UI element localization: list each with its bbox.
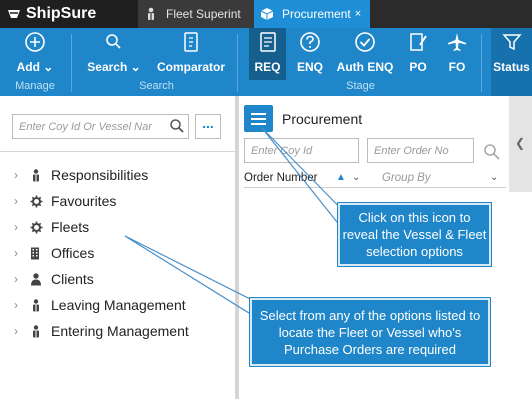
search-placeholder: Enter Coy Id Or Vessel Nar (19, 121, 152, 133)
search-icon (106, 34, 121, 49)
fo-label: FO (448, 60, 466, 74)
collapse-panel-button[interactable]: ❮ (509, 96, 532, 192)
group-by-select[interactable]: Group By (382, 172, 431, 184)
chevron-right-icon[interactable]: › (0, 246, 30, 260)
comparator-label: Comparator (156, 60, 225, 74)
tree-item-leaving-management[interactable]: › Leaving Management (0, 292, 235, 318)
status-label: Status (493, 60, 530, 74)
sort-group-row: Order Number ▲ ⌄ Group By ⌄ (244, 170, 506, 188)
left-search-bar: Enter Coy Id Or Vessel Nar ... (0, 96, 235, 152)
search-icon[interactable] (483, 143, 501, 161)
document-edit-icon (410, 33, 427, 51)
tree-item-entering-management[interactable]: › Entering Management (0, 318, 235, 344)
order-no-input[interactable]: Enter Order No (367, 138, 474, 163)
chevron-left-icon: ❮ (515, 136, 526, 150)
auth-enq-button[interactable]: Auth ENQ (336, 28, 394, 80)
menu-icon[interactable] (244, 105, 273, 132)
ribbon-divider (237, 34, 238, 92)
tree-item-label: Responsibilities (51, 167, 149, 183)
box-icon (260, 8, 274, 20)
tree-item-label: Fleets (51, 219, 90, 235)
tab-fleet-superintendent[interactable]: Fleet Superint (138, 0, 254, 28)
panel-title: Procurement (282, 111, 363, 127)
tree-item-clients[interactable]: › Clients (0, 266, 235, 292)
add-button[interactable]: Add ⌄ (10, 28, 60, 80)
tree-item-offices[interactable]: › Offices (0, 240, 235, 266)
tree-item-label: Offices (51, 245, 95, 261)
enq-label: ENQ (296, 60, 323, 74)
search-button[interactable]: Search ⌄ (84, 28, 144, 80)
sort-ascending-icon[interactable]: ▲ (336, 172, 346, 183)
filter-icon (501, 34, 522, 51)
tab-bar: ShipSure Fleet Superint Procurement × (0, 0, 532, 28)
search-label: Search (87, 60, 128, 74)
gear-icon (30, 195, 43, 207)
enq-button[interactable]: ENQ (293, 28, 327, 80)
group-label-stage: Stage (346, 80, 375, 92)
close-icon[interactable]: × (355, 8, 361, 20)
sort-field-select[interactable]: Order Number (244, 172, 318, 184)
person-icon (148, 7, 154, 20)
app-window: ShipSure Fleet Superint Procurement × Ad… (0, 0, 532, 399)
auth-enq-label: Auth ENQ (336, 60, 394, 74)
chevron-right-icon[interactable]: › (0, 168, 30, 182)
document-dollar-icon (184, 32, 198, 52)
tree-item-label: Clients (51, 271, 94, 287)
ribbon-divider (71, 34, 72, 92)
chevron-right-icon[interactable]: › (0, 298, 30, 312)
app-logo: ShipSure (0, 0, 138, 28)
coy-id-input[interactable]: Enter Coy Id (244, 138, 359, 163)
coy-vessel-search-input[interactable]: Enter Coy Id Or Vessel Nar (12, 114, 189, 139)
tree-item-responsibilities[interactable]: › Responsibilities (0, 162, 235, 188)
person-icon (31, 272, 41, 285)
checklist-icon (259, 32, 276, 52)
group-label-manage: Manage (15, 80, 55, 92)
building-icon (31, 247, 39, 259)
tab-label: Fleet Superint (166, 7, 241, 21)
gear-icon (30, 221, 43, 233)
comparator-button[interactable]: Comparator (153, 28, 229, 80)
callout-menu-hint: Click on this icon to reveal the Vessel … (338, 203, 491, 266)
more-options-button[interactable]: ... (195, 114, 221, 139)
fo-button[interactable]: FO (442, 28, 472, 80)
tab-procurement[interactable]: Procurement × (254, 0, 370, 28)
person-icon (33, 168, 39, 181)
group-label-search: Search (139, 80, 174, 92)
plus-circle-icon (25, 32, 45, 52)
chevron-right-icon[interactable]: › (0, 324, 30, 338)
tab-label: Procurement (282, 7, 351, 21)
status-button[interactable]: Status (491, 28, 532, 96)
chevron-down-icon[interactable]: ⌄ (352, 172, 360, 183)
help-circle-icon (300, 32, 320, 52)
req-button[interactable]: REQ (249, 28, 286, 80)
tree-item-fleets[interactable]: › Fleets (0, 214, 235, 240)
vessel-fleet-panel: Enter Coy Id Or Vessel Nar ... › Respons… (0, 96, 235, 399)
po-label: PO (409, 60, 427, 74)
chevron-down-icon: ⌄ (43, 60, 54, 74)
tree-item-label: Leaving Management (51, 297, 186, 313)
callout-options-hint: Select from any of the options listed to… (250, 298, 490, 366)
ribbon-divider (481, 34, 482, 92)
chevron-right-icon[interactable]: › (0, 272, 30, 286)
chevron-down-icon: ⌄ (130, 60, 141, 74)
chevron-down-icon[interactable]: ⌄ (490, 172, 498, 183)
tree-item-label: Favourites (51, 193, 117, 209)
chevron-right-icon[interactable]: › (0, 194, 30, 208)
logo-icon (8, 10, 20, 18)
po-button[interactable]: PO (402, 28, 434, 80)
check-circle-icon (355, 32, 375, 52)
app-name: ShipSure (26, 5, 97, 22)
airplane-icon (448, 33, 466, 51)
tree-item-label: Entering Management (51, 323, 189, 339)
chevron-right-icon[interactable]: › (0, 220, 30, 234)
req-label: REQ (254, 60, 281, 74)
tree-item-favourites[interactable]: › Favourites (0, 188, 235, 214)
selection-tree: › Responsibilities › Favourites › Fleets… (0, 162, 235, 344)
person-icon (33, 324, 39, 337)
add-label: Add (16, 60, 40, 74)
person-icon (33, 298, 39, 311)
search-icon[interactable] (169, 118, 185, 134)
ribbon-toolbar: Add ⌄ Manage Search ⌄ Comparator Search … (0, 28, 532, 96)
